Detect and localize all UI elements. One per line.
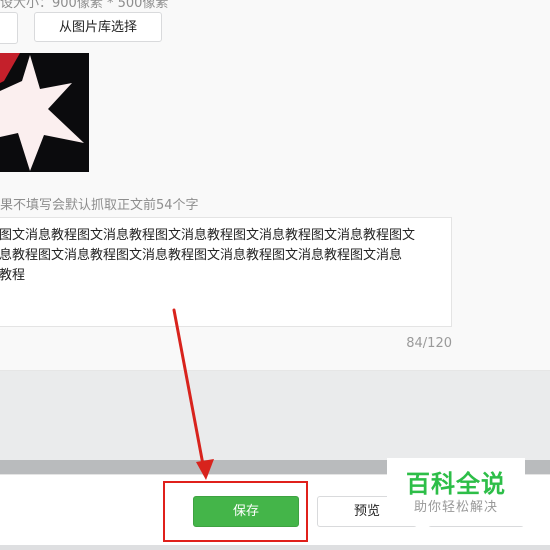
watermark-subtitle: 助你轻松解决: [413, 500, 498, 515]
cover-size-hint: 设大小：900像素 * 500像素: [0, 0, 169, 11]
window-bottom-edge: [0, 545, 550, 550]
digest-text: 图文消息教程图文消息教程图文消息教程图文消息教程图文消息教程图文 息教程图文消息…: [0, 226, 447, 286]
digest-textarea[interactable]: 图文消息教程图文消息教程图文消息教程图文消息教程图文消息教程图文 息教程图文消息…: [0, 217, 452, 327]
watermark-logo: 百科全说 助你轻松解决: [387, 458, 525, 526]
select-from-library-button[interactable]: 从图片库选择: [34, 12, 162, 42]
digest-hint: 果不填写会默认抓取正文前54个字: [0, 198, 199, 213]
save-button[interactable]: 保存: [193, 496, 299, 527]
digest-line: 息教程图文消息教程图文消息教程图文消息教程图文消息教程图文消息: [0, 248, 403, 263]
editor-background: [0, 371, 550, 460]
digest-line: 教程: [0, 268, 26, 283]
digest-char-counter: 84/120: [406, 336, 452, 351]
watermark-title: 百科全说: [406, 470, 506, 498]
digest-line: 图文消息教程图文消息教程图文消息教程图文消息教程图文消息教程图文: [0, 228, 416, 243]
cover-image[interactable]: [0, 53, 89, 172]
cover-image-art: [0, 53, 89, 172]
article-settings-panel: 设大小：900像素 * 500像素 从图片库选择 果不填写会默认抓取正文前54个…: [0, 0, 550, 371]
page: 设大小：900像素 * 500像素 从图片库选择 果不填写会默认抓取正文前54个…: [0, 0, 550, 550]
upload-cover-button[interactable]: [0, 12, 18, 44]
